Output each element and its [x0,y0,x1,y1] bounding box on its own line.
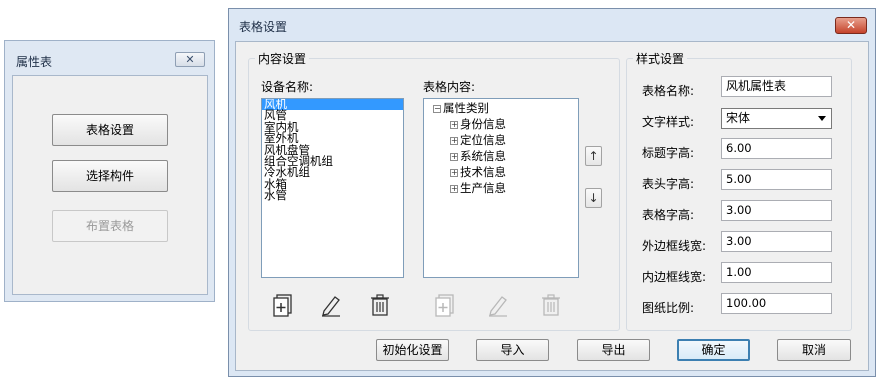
tree-node-label: 技术信息 [460,165,506,179]
edit-device-icon[interactable] [318,292,344,318]
table-content-tree[interactable]: − 属性类别 + 身份信息 + 定位信息 + 系统信息 + 技术信息 + 生产信息 [423,98,579,278]
dialog-title: 表格设置 [239,20,288,34]
header-height-input[interactable]: 5.00 [721,169,832,190]
content-settings-legend: 内容设置 [258,52,307,66]
table-text-height-label: 表格字高: [642,208,695,222]
outer-border-width-label: 外边框线宽: [642,239,707,253]
inner-border-width-input[interactable]: 1.00 [721,262,832,283]
tree-node-label: 定位信息 [460,133,506,147]
table-name-input[interactable]: 风机属性表 [721,76,832,97]
init-settings-button[interactable]: 初始化设置 [376,339,449,361]
tree-node-label: 生产信息 [460,181,506,195]
device-item[interactable]: 水管 [262,189,403,201]
delete-item-icon[interactable] [538,292,564,318]
cancel-button[interactable]: 取消 [777,339,851,361]
font-style-value: 宋体 [726,111,751,125]
properties-close-button[interactable]: ✕ [175,52,205,67]
tree-node[interactable]: + 生产信息 [450,181,506,195]
tree-root-label: 属性类别 [443,101,489,115]
delete-device-icon[interactable] [367,292,393,318]
add-device-icon[interactable] [271,292,297,318]
properties-window: 属性表 ✕ 表格设置 选择构件 布置表格 [4,40,215,302]
title-height-input[interactable]: 6.00 [721,138,832,159]
move-down-button[interactable]: ↓ [585,188,602,208]
chevron-down-icon[interactable] [818,116,826,121]
select-component-button[interactable]: 选择构件 [52,160,168,192]
table-content-label: 表格内容: [423,80,476,94]
expand-icon[interactable]: + [450,152,458,161]
move-up-button[interactable]: ↑ [585,146,602,166]
style-settings-legend: 样式设置 [636,52,685,66]
expand-icon[interactable]: + [450,168,458,177]
inner-border-width-label: 内边框线宽: [642,270,707,284]
expand-icon[interactable]: + [450,136,458,145]
device-name-label: 设备名称: [261,80,314,94]
tree-root-row[interactable]: − 属性类别 [433,101,489,115]
dialog-close-button[interactable]: ✕ [835,17,867,34]
table-settings-button[interactable]: 表格设置 [52,114,168,146]
drawing-scale-input[interactable]: 100.00 [721,293,832,314]
tree-node[interactable]: + 系统信息 [450,149,506,163]
tree-node-label: 身份信息 [460,117,506,131]
properties-window-title: 属性表 [16,55,53,69]
tree-node[interactable]: + 定位信息 [450,133,506,147]
title-height-label: 标题字高: [642,146,695,160]
ok-button[interactable]: 确定 [677,339,750,361]
expand-icon[interactable]: + [450,120,458,129]
collapse-icon[interactable]: − [433,104,441,113]
tree-node-label: 系统信息 [460,149,506,163]
edit-item-icon[interactable] [485,292,511,318]
tree-node[interactable]: + 身份信息 [450,117,506,131]
export-button[interactable]: 导出 [577,339,650,361]
tree-node[interactable]: + 技术信息 [450,165,506,179]
font-style-label: 文字样式: [642,115,695,129]
header-height-label: 表头字高: [642,177,695,191]
drawing-scale-label: 图纸比例: [642,301,695,315]
table-text-height-input[interactable]: 3.00 [721,200,832,221]
add-item-icon[interactable] [433,292,459,318]
device-name-list[interactable]: 风机 风管 室内机 室外机 风机盘管 组合空调机组 冷水机组 水箱 水管 [261,98,404,278]
table-name-label: 表格名称: [642,84,695,98]
outer-border-width-input[interactable]: 3.00 [721,231,832,252]
font-style-select[interactable]: 宋体 [721,108,832,129]
properties-window-client: 表格设置 选择构件 布置表格 [12,75,208,295]
expand-icon[interactable]: + [450,184,458,193]
place-table-button[interactable]: 布置表格 [52,210,168,242]
table-settings-dialog: 表格设置 ✕ 内容设置 设备名称: 风机 风管 室内机 室外机 风机盘管 组合空… [228,8,876,377]
dialog-client: 内容设置 设备名称: 风机 风管 室内机 室外机 风机盘管 组合空调机组 冷水机… [235,41,869,371]
import-button[interactable]: 导入 [476,339,549,361]
